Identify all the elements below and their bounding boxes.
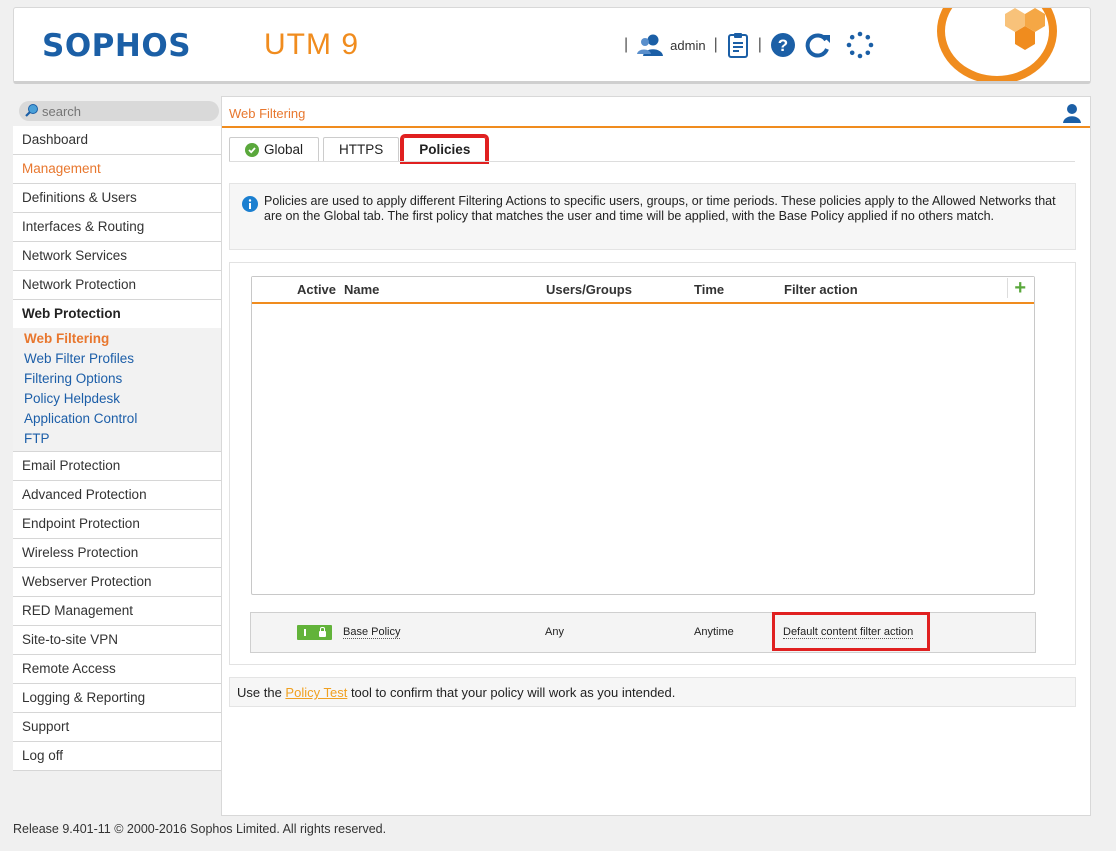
tab-bar: Global HTTPS Policies <box>229 134 490 164</box>
tab-policies[interactable]: Policies <box>400 134 490 164</box>
reload-icon[interactable] <box>804 32 832 58</box>
sidebar-nav: Dashboard Management Definitions & Users… <box>13 126 221 771</box>
base-policy-toggle[interactable] <box>297 625 332 640</box>
separator: | <box>757 36 762 53</box>
user-profile-icon[interactable] <box>1062 103 1082 126</box>
help-icon[interactable]: ? <box>770 32 796 58</box>
sophos-logo: SOPHOS <box>42 28 192 64</box>
subnav-application-control[interactable]: Application Control <box>13 409 221 429</box>
base-policy-row: Base Policy Any Anytime Default content … <box>250 612 1036 653</box>
sidebar-item-interfaces-routing[interactable]: Interfaces & Routing <box>13 213 221 242</box>
column-users-groups[interactable]: Users/Groups <box>546 282 632 297</box>
column-name[interactable]: Name <box>344 282 379 297</box>
policy-test-link[interactable]: Policy Test <box>285 685 347 700</box>
user-name[interactable]: admin <box>670 38 705 53</box>
tab-divider <box>229 161 1075 162</box>
sidebar-item-endpoint-protection[interactable]: Endpoint Protection <box>13 510 221 539</box>
subnav-ftp[interactable]: FTP <box>13 429 221 449</box>
tip-text-after: tool to confirm that your policy will wo… <box>347 685 676 700</box>
column-active[interactable]: Active <box>297 282 336 297</box>
sidebar-item-network-protection[interactable]: Network Protection <box>13 271 221 300</box>
sidebar-item-remote-access[interactable]: Remote Access <box>13 655 221 684</box>
tip-text-before: Use the <box>237 685 286 700</box>
breadcrumb: Web Filtering <box>222 97 1090 128</box>
sidebar-item-network-services[interactable]: Network Services <box>13 242 221 271</box>
info-icon <box>242 196 258 215</box>
sidebar-item-management[interactable]: Management <box>13 155 221 184</box>
app-header: SOPHOS UTM 9 | admin | | ? <box>13 7 1091 84</box>
footer-release: Release 9.401-11 © 2000-2016 Sophos Limi… <box>13 822 387 836</box>
sidebar-item-dashboard[interactable]: Dashboard <box>13 126 221 155</box>
tab-label: Global <box>264 142 304 157</box>
tab-https[interactable]: HTTPS <box>323 137 400 161</box>
search-box[interactable] <box>19 101 219 121</box>
lock-icon <box>318 626 326 637</box>
separator: | <box>713 36 718 53</box>
tab-global[interactable]: Global <box>229 137 320 161</box>
sidebar-item-wireless-protection[interactable]: Wireless Protection <box>13 539 221 568</box>
add-policy-button[interactable]: + <box>1007 278 1026 298</box>
sidebar-item-log-off[interactable]: Log off <box>13 742 221 771</box>
sidebar-item-webserver-protection[interactable]: Webserver Protection <box>13 568 221 597</box>
subnav-filtering-options[interactable]: Filtering Options <box>13 369 221 389</box>
sidebar-item-red-management[interactable]: RED Management <box>13 597 221 626</box>
sidebar-item-logging-reporting[interactable]: Logging & Reporting <box>13 684 221 713</box>
svg-text:?: ? <box>778 36 788 55</box>
product-name: UTM 9 <box>264 28 359 61</box>
check-icon <box>245 142 259 157</box>
sidebar-item-site-to-site-vpn[interactable]: Site-to-site VPN <box>13 626 221 655</box>
sidebar: Dashboard Management Definitions & Users… <box>13 96 221 816</box>
subnav-web-filtering[interactable]: Web Filtering <box>13 329 221 349</box>
sidebar-item-definitions-users[interactable]: Definitions & Users <box>13 184 221 213</box>
column-time[interactable]: Time <box>694 282 724 297</box>
user-icon[interactable] <box>636 33 664 57</box>
search-input[interactable] <box>42 103 212 119</box>
sidebar-item-web-protection[interactable]: Web Protection <box>13 300 221 328</box>
sidebar-item-email-protection[interactable]: Email Protection <box>13 452 221 481</box>
sidebar-subnav-web-protection: Web Filtering Web Filter Profiles Filter… <box>13 328 221 452</box>
column-filter-action[interactable]: Filter action <box>784 282 858 297</box>
base-policy-name[interactable]: Base Policy <box>343 626 401 639</box>
tab-label: HTTPS <box>339 142 384 157</box>
tab-label: Policies <box>419 142 471 157</box>
report-icon[interactable] <box>726 32 750 58</box>
main-content: Web Filtering Global HTTPS Policies Poli… <box>221 96 1091 816</box>
policies-table: Active Name Users/Groups Time Filter act… <box>251 276 1035 595</box>
sophos-hex-badge <box>937 8 1057 81</box>
search-icon <box>25 103 39 120</box>
sidebar-item-support[interactable]: Support <box>13 713 221 742</box>
policies-panel: Active Name Users/Groups Time Filter act… <box>229 262 1076 665</box>
subnav-policy-helpdesk[interactable]: Policy Helpdesk <box>13 389 221 409</box>
toggle-on-icon <box>303 629 306 636</box>
loading-icon <box>846 31 874 59</box>
policy-test-tip: Use the Policy Test tool to confirm that… <box>229 677 1076 707</box>
sidebar-item-advanced-protection[interactable]: Advanced Protection <box>13 481 221 510</box>
header-toolbar: | admin | | ? <box>624 30 874 60</box>
info-panel: Policies are used to apply different Fil… <box>229 183 1076 250</box>
table-header: Active Name Users/Groups Time Filter act… <box>252 277 1034 304</box>
info-text: Policies are used to apply different Fil… <box>264 194 1056 223</box>
page-title: Web Filtering <box>229 106 306 121</box>
base-policy-users: Any <box>545 626 564 638</box>
separator: | <box>624 36 629 53</box>
subnav-web-filter-profiles[interactable]: Web Filter Profiles <box>13 349 221 369</box>
base-policy-time: Anytime <box>694 626 734 638</box>
highlight-box <box>772 612 930 651</box>
